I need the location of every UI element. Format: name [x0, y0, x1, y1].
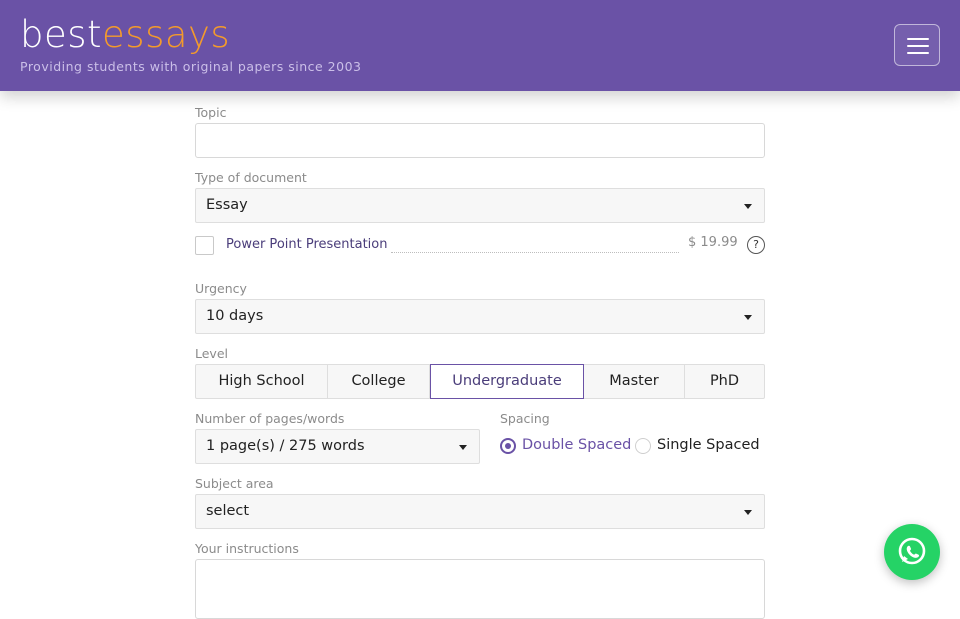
double-spaced-label[interactable]: Double Spaced	[522, 437, 631, 453]
caret-down-icon	[744, 510, 752, 515]
urgency-value: 10 days	[206, 308, 264, 324]
menu-button[interactable]	[894, 24, 940, 66]
caret-down-icon	[459, 445, 467, 450]
hamburger-icon-line	[907, 45, 929, 47]
ppt-price: $ 19.99	[688, 235, 738, 250]
level-master[interactable]: Master	[584, 365, 685, 398]
hamburger-icon-line	[907, 52, 929, 54]
instructions-label: Your instructions	[195, 541, 299, 556]
document-type-label: Type of document	[195, 170, 307, 185]
document-type-select[interactable]: Essay	[195, 188, 765, 223]
pages-label: Number of pages/words	[195, 411, 345, 426]
spacing-label: Spacing	[500, 411, 550, 426]
level-label: Level	[195, 346, 228, 361]
topic-input[interactable]	[195, 123, 765, 158]
subject-label: Subject area	[195, 476, 274, 491]
pages-select[interactable]: 1 page(s) / 275 words	[195, 429, 480, 464]
logo-best: best	[20, 13, 103, 56]
level-college[interactable]: College	[328, 365, 430, 398]
instructions-textarea[interactable]	[195, 559, 765, 619]
level-selector: High School College Undergraduate Master…	[195, 364, 765, 399]
subject-select[interactable]: select	[195, 494, 765, 529]
logo[interactable]: bestessays	[20, 10, 230, 60]
whatsapp-icon	[898, 537, 926, 565]
level-undergraduate[interactable]: Undergraduate	[430, 364, 584, 399]
tagline: Providing students with original papers …	[20, 59, 362, 74]
single-spaced-radio[interactable]	[635, 438, 651, 454]
hamburger-icon	[907, 38, 929, 40]
pages-value: 1 page(s) / 275 words	[206, 438, 365, 454]
logo-essays: essays	[102, 13, 231, 56]
caret-down-icon	[744, 315, 752, 320]
topic-label: Topic	[195, 105, 227, 120]
caret-down-icon	[744, 204, 752, 209]
ppt-label[interactable]: Power Point Presentation	[226, 237, 388, 252]
subject-value: select	[206, 503, 250, 519]
dotted-leader	[391, 252, 679, 253]
document-type-value: Essay	[206, 197, 248, 213]
level-high-school[interactable]: High School	[196, 365, 328, 398]
urgency-label: Urgency	[195, 281, 247, 296]
single-spaced-label[interactable]: Single Spaced	[657, 437, 760, 453]
level-phd[interactable]: PhD	[685, 365, 764, 398]
ppt-checkbox[interactable]	[195, 236, 214, 255]
help-icon[interactable]: ?	[747, 236, 765, 254]
site-header: bestessays Providing students with origi…	[0, 0, 960, 91]
whatsapp-chat-button[interactable]	[884, 524, 940, 580]
double-spaced-radio[interactable]	[500, 438, 516, 454]
urgency-select[interactable]: 10 days	[195, 299, 765, 334]
